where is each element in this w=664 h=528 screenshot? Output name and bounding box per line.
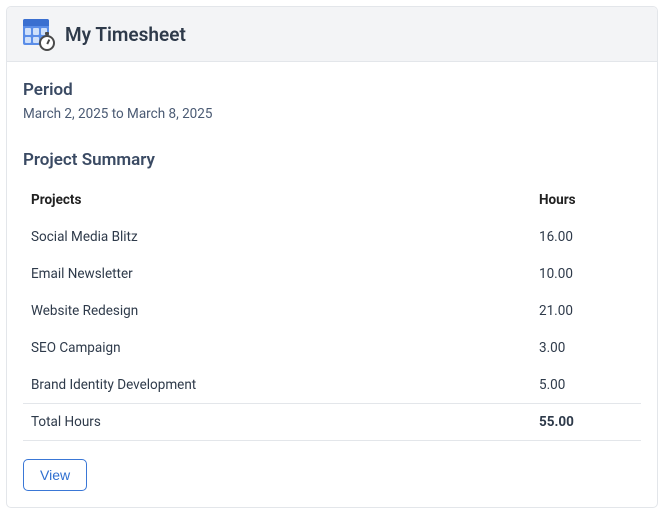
stopwatch-icon: [39, 35, 55, 51]
table-row: Brand Identity Development5.00: [23, 367, 641, 404]
total-row: Total Hours 55.00: [23, 404, 641, 441]
period-value: March 2, 2025 to March 8, 2025: [23, 106, 641, 122]
project-cell: Email Newsletter: [23, 256, 531, 293]
timesheet-card: My Timesheet Period March 2, 2025 to Mar…: [6, 6, 658, 508]
table-row: Website Redesign21.00: [23, 293, 641, 330]
hours-cell: 5.00: [531, 367, 641, 404]
card-title: My Timesheet: [65, 23, 186, 46]
summary-title: Project Summary: [23, 150, 641, 170]
table-row: Email Newsletter10.00: [23, 256, 641, 293]
project-cell: Website Redesign: [23, 293, 531, 330]
card-header: My Timesheet: [7, 7, 657, 62]
hours-cell: 3.00: [531, 330, 641, 367]
hours-cell: 10.00: [531, 256, 641, 293]
view-button[interactable]: View: [23, 459, 87, 491]
timesheet-icon: [23, 19, 53, 49]
hours-cell: 21.00: [531, 293, 641, 330]
project-summary-table: Projects Hours Social Media Blitz16.00Em…: [23, 182, 641, 441]
table-header-row: Projects Hours: [23, 182, 641, 219]
hours-cell: 16.00: [531, 219, 641, 256]
table-row: Social Media Blitz16.00: [23, 219, 641, 256]
total-label: Total Hours: [23, 404, 531, 441]
period-label: Period: [23, 80, 641, 100]
card-body: Period March 2, 2025 to March 8, 2025 Pr…: [7, 62, 657, 507]
project-cell: Social Media Blitz: [23, 219, 531, 256]
col-projects: Projects: [23, 182, 531, 219]
project-cell: SEO Campaign: [23, 330, 531, 367]
project-cell: Brand Identity Development: [23, 367, 531, 404]
table-row: SEO Campaign3.00: [23, 330, 641, 367]
col-hours: Hours: [531, 182, 641, 219]
total-value: 55.00: [531, 404, 641, 441]
